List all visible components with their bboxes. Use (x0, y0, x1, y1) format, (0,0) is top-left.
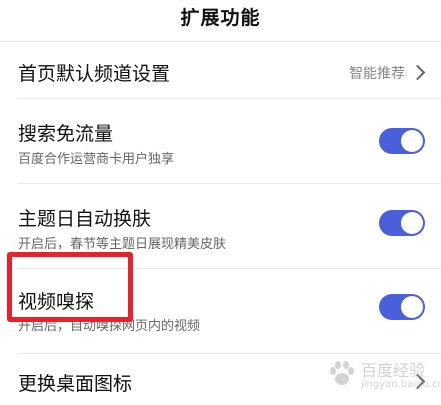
toggle-video-sniffing[interactable] (379, 294, 425, 320)
setting-title-theme-day-skin: 主题日自动换肤 (18, 208, 152, 230)
watermark-text: 百度经验 (361, 361, 426, 380)
chevron-right-icon (409, 64, 426, 81)
toggle-theme-day-skin[interactable] (379, 210, 425, 236)
setting-title-search-free-data: 搜索免流量 (18, 123, 114, 145)
setting-subtitle-search-free-data: 百度合作运营商卡用户独享 (18, 152, 175, 167)
setting-row-search-free-data: 搜索免流量 百度合作运营商卡用户独享 (0, 99, 441, 183)
setting-title-change-desktop-icon: 更换桌面图标 (18, 373, 133, 395)
toggle-knob (401, 296, 423, 318)
watermark: 百度经验 jingyan.baidu.com (327, 353, 441, 399)
watermark-url: jingyan.baidu.com (361, 379, 441, 390)
setting-title-default-channel: 首页默认频道设置 (18, 63, 171, 85)
highlight-annotation (7, 252, 133, 322)
header: 扩展功能 (0, 0, 441, 36)
setting-subtitle-theme-day-skin: 开启后，春节等主题日展现精美皮肤 (18, 237, 227, 252)
setting-value-default-channel: 智能推荐 (349, 66, 405, 82)
toggle-search-free-data[interactable] (379, 128, 425, 154)
toggle-knob (401, 130, 423, 152)
paw-icon (330, 361, 354, 385)
page-title: 扩展功能 (180, 7, 261, 29)
setting-row-default-channel[interactable]: 首页默认频道设置 智能推荐 (0, 42, 441, 98)
toggle-knob (401, 212, 423, 234)
